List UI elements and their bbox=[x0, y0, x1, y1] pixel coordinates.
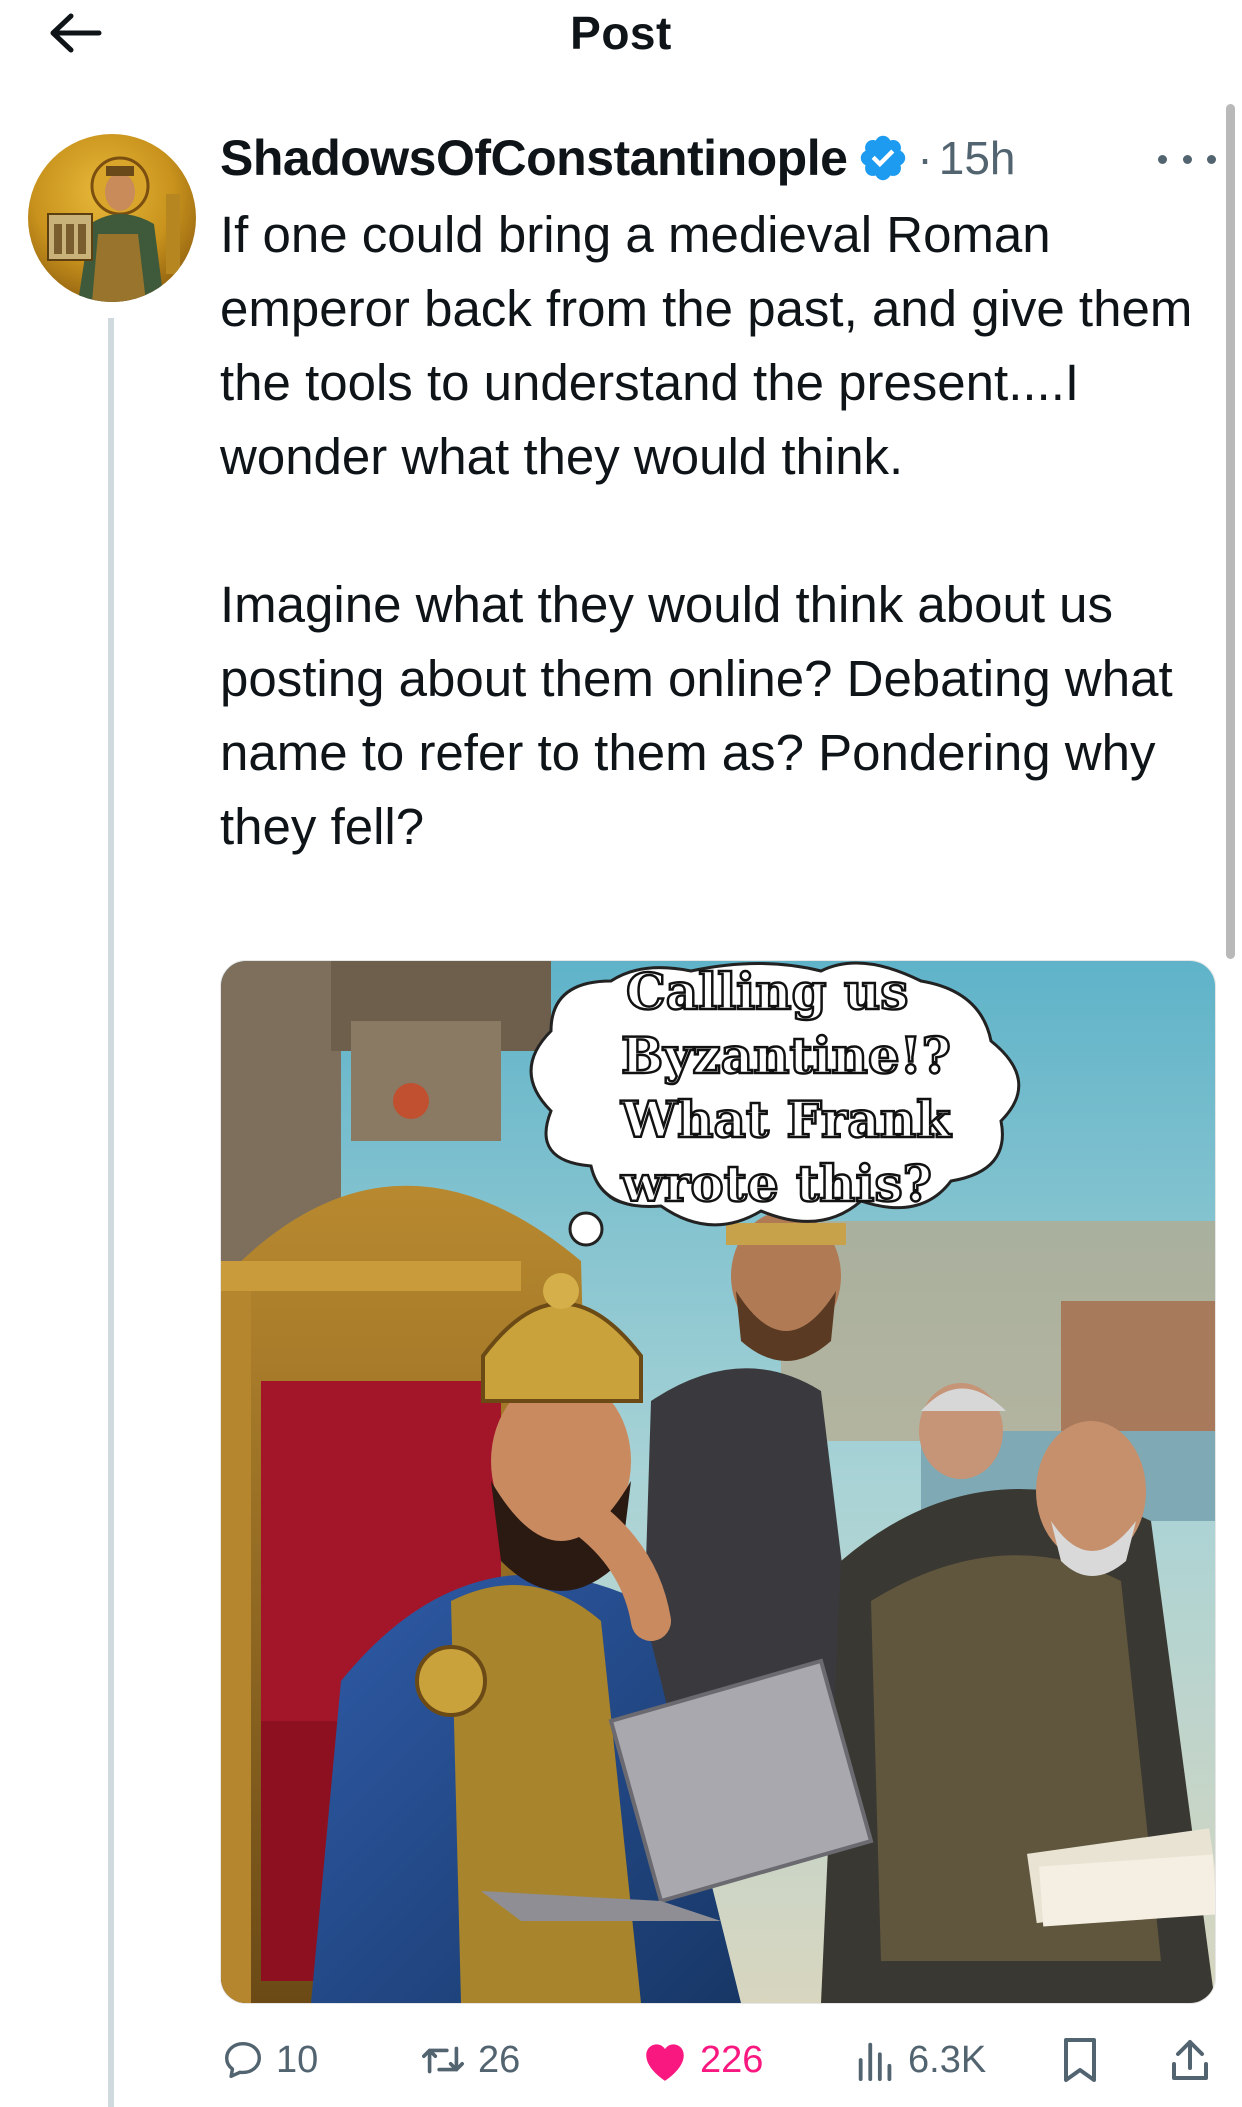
verified-badge-icon bbox=[861, 135, 906, 181]
scrollbar[interactable] bbox=[1226, 104, 1235, 959]
more-dot-icon bbox=[1158, 154, 1167, 164]
analytics-icon bbox=[858, 2042, 892, 2082]
repost-count: 26 bbox=[478, 2038, 521, 2081]
author-name[interactable]: ShadowsOfConstantinople bbox=[220, 129, 848, 187]
thread-line bbox=[108, 318, 114, 2107]
speech-line-1: Calling us bbox=[626, 962, 908, 1021]
views-button[interactable]: 6.3K bbox=[854, 2030, 986, 2090]
emperor-laptop-illustration: Calling us Byzantine!? What Frank wrote … bbox=[221, 961, 1215, 2003]
speech-line-2: Byzantine!? bbox=[621, 1026, 951, 1085]
speech-line-3: What Frank bbox=[620, 1090, 952, 1149]
action-bar: 10 26 226 6.3K bbox=[220, 2030, 1220, 2090]
separator-dot: · bbox=[917, 132, 933, 184]
more-options-button[interactable] bbox=[1158, 140, 1216, 178]
reply-button[interactable]: 10 bbox=[220, 2030, 318, 2090]
like-count: 226 bbox=[700, 2038, 764, 2081]
heart-icon bbox=[646, 2044, 684, 2081]
speech-line-4: wrote this? bbox=[620, 1154, 932, 1213]
avatar-mosaic-image bbox=[28, 134, 196, 302]
top-bar: Post bbox=[0, 0, 1242, 66]
share-button[interactable] bbox=[1168, 2030, 1212, 2090]
like-button[interactable]: 226 bbox=[640, 2030, 763, 2090]
more-dot-icon bbox=[1182, 154, 1192, 164]
avatar[interactable] bbox=[28, 134, 196, 302]
bookmark-icon bbox=[1064, 2038, 1096, 2082]
repost-icon bbox=[422, 2046, 464, 2074]
post-header: ShadowsOfConstantinople · 15h bbox=[220, 128, 1015, 188]
post-text: If one could bring a medieval Roman empe… bbox=[220, 206, 1193, 855]
bookmark-button[interactable] bbox=[1060, 2030, 1100, 2090]
post-timestamp[interactable]: 15h bbox=[939, 131, 1016, 185]
reply-count: 10 bbox=[276, 2038, 319, 2081]
reply-icon bbox=[224, 2041, 262, 2079]
more-dot-icon bbox=[1207, 154, 1216, 164]
post-image[interactable]: Calling us Byzantine!? What Frank wrote … bbox=[220, 960, 1216, 2004]
page-title: Post bbox=[570, 7, 672, 59]
view-count: 6.3K bbox=[908, 2038, 987, 2081]
share-icon bbox=[1172, 2040, 1208, 2080]
repost-button[interactable]: 26 bbox=[418, 2030, 520, 2090]
